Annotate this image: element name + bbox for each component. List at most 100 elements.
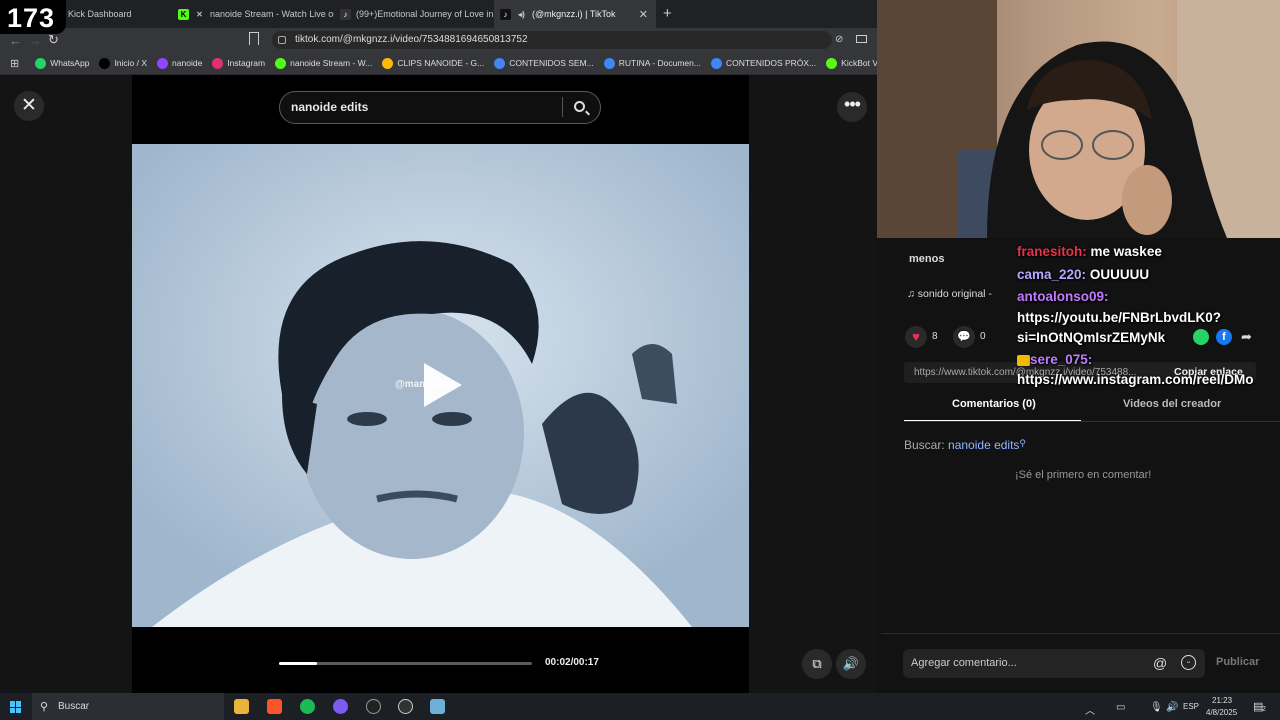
reload-icon[interactable]: ↻ xyxy=(48,32,59,48)
chat-link-line: https://youtu.be/FNBrLbvdLK0? xyxy=(1017,310,1221,325)
tray-date[interactable]: 4/8/2025 xyxy=(1206,708,1237,717)
tab-nanoide-stream[interactable]: K ✕ nanoide Stream - Watch Live on Kick xyxy=(172,0,334,28)
search-icon[interactable] xyxy=(574,101,585,112)
bookmark-icon[interactable] xyxy=(249,32,259,45)
bookmark-favicon-icon xyxy=(603,57,615,69)
bookmark-label: WhatsApp xyxy=(50,58,90,68)
translate-icon[interactable]: ⊘ xyxy=(835,34,843,45)
back-arrow-icon[interactable]: ← xyxy=(9,33,22,48)
chat-message: sere_075: xyxy=(1017,352,1092,367)
app-icon-purple[interactable] xyxy=(333,699,348,714)
video-time: 00:02/00:17 xyxy=(545,657,599,668)
close-tab-icon[interactable]: ✕ xyxy=(639,8,648,21)
chat-text: me waskee xyxy=(1090,244,1162,259)
tab-emotional-journey[interactable]: ♪ (99+)Emotional Journey of Love in M xyxy=(334,0,494,28)
tray-chevron-icon[interactable]: ︿ xyxy=(1085,702,1095,717)
brave-browser-icon[interactable] xyxy=(267,699,282,714)
bookmark-label: nanoide Stream - W... xyxy=(290,58,373,68)
mention-icon[interactable]: @ xyxy=(1153,655,1167,671)
bookmark-label: Instagram xyxy=(227,58,266,68)
kick-icon: K xyxy=(178,8,189,20)
bookmark-item[interactable]: RUTINA - Documen... xyxy=(603,57,701,69)
search-suggestion[interactable]: Buscar: nanoide edits⚲ xyxy=(904,438,1026,452)
close-icon[interactable]: ✕ xyxy=(14,91,44,121)
webcam-overlay xyxy=(877,0,1280,238)
details-panel xyxy=(877,238,1280,693)
bookmark-label: CONTENIDOS PRÓX... xyxy=(725,58,817,68)
taskbar-search-label: Buscar xyxy=(58,701,90,712)
description-less-link[interactable]: menos xyxy=(909,253,944,265)
bookmark-favicon-icon xyxy=(212,57,224,69)
speaker-icon: ◂) xyxy=(518,9,525,19)
tab-title: (@mkgnzz.i) | TikTok xyxy=(532,9,616,19)
sound-info[interactable]: ♫ sonido original - xyxy=(907,288,992,300)
whatsapp-share-icon[interactable] xyxy=(1193,329,1209,345)
more-options-icon[interactable]: ••• xyxy=(837,92,867,122)
share-arrow-icon[interactable]: ➦ xyxy=(1241,329,1252,345)
forward-arrow-icon[interactable]: → xyxy=(29,33,42,48)
music-note-icon: ♫ xyxy=(907,288,918,300)
bookmark-item[interactable]: CONTENIDOS PRÓX... xyxy=(710,57,817,69)
windows-start-icon[interactable] xyxy=(10,701,22,713)
tab-creator-videos[interactable]: Videos del creador xyxy=(1123,398,1221,410)
tray-language[interactable]: ESP xyxy=(1183,702,1199,711)
emoji-icon[interactable]: ᵕ xyxy=(1181,655,1196,670)
chat-message: antoalonso09: xyxy=(1017,289,1109,304)
bookmark-item[interactable]: nanoide Stream - W... xyxy=(275,57,373,69)
chat-link-line: si=InOtNQmIsrZEMyNk xyxy=(1017,330,1166,345)
comment-count: 0 xyxy=(980,331,986,342)
tab-title: (99+)Emotional Journey of Love in M xyxy=(356,9,494,19)
bookmark-item[interactable]: WhatsApp xyxy=(35,57,90,69)
new-tab-icon[interactable]: + xyxy=(663,5,672,22)
bookmark-favicon-icon xyxy=(826,57,838,69)
tray-time[interactable]: 21:23 xyxy=(1212,696,1232,705)
bookmarks-bar: ⊞ WhatsApp Inicio / X nanoide Instagram nano… xyxy=(0,52,877,75)
bookmark-item[interactable]: Instagram xyxy=(212,57,266,69)
bookmark-label: Inicio / X xyxy=(114,58,148,68)
volume-icon[interactable]: 🔊 xyxy=(836,649,866,679)
like-count: 8 xyxy=(932,331,938,342)
comment-icon[interactable]: 💬 xyxy=(953,326,975,348)
tab-kick-dashboard[interactable]: Kick Dashboard xyxy=(62,0,174,28)
sound-label: sonido original - xyxy=(917,288,992,300)
webcam-illustration xyxy=(877,0,1280,238)
bookmark-item[interactable]: CLIPS NANOIDE - G... xyxy=(382,57,484,69)
tab-title: nanoide Stream - Watch Live on Kick xyxy=(210,9,334,19)
publish-button[interactable]: Publicar xyxy=(1216,656,1259,668)
floating-player-icon[interactable]: ⧉ xyxy=(802,649,832,679)
tray-volume-icon[interactable]: 🔊 xyxy=(1166,702,1178,713)
tray-mic-icon[interactable]: 🎙 xyxy=(1150,702,1163,713)
app-icon-dark[interactable] xyxy=(366,699,381,714)
url-field[interactable]: tiktok.com/@mkgnzz.i/video/7534881694650… xyxy=(272,31,832,49)
chat-message: franesitoh: me waskee xyxy=(1017,244,1162,259)
search-input[interactable]: nanoide edits xyxy=(279,91,601,124)
site-info-icon[interactable] xyxy=(278,36,286,44)
video-progress-fill xyxy=(279,662,317,665)
obs-icon[interactable] xyxy=(398,699,413,714)
spotify-icon[interactable] xyxy=(300,699,315,714)
file-explorer-icon[interactable] xyxy=(234,699,249,714)
tray-network-icon[interactable]: ▭ xyxy=(1116,702,1125,713)
bookmark-item[interactable]: KickBot VOD Dowlo xyxy=(826,57,877,69)
cast-icon[interactable] xyxy=(856,35,867,43)
like-icon[interactable]: ♥ xyxy=(905,326,927,348)
chat-username: cama_220: xyxy=(1017,267,1087,282)
taskbar-search-icon: ⚲ xyxy=(40,701,49,713)
bookmark-item[interactable]: Inicio / X xyxy=(99,57,148,69)
tabs-divider xyxy=(904,421,1280,422)
tab-tiktok-active[interactable]: ♪ ◂) (@mkgnzz.i) | TikTok ✕ xyxy=(494,0,656,28)
video-progress-bar[interactable] xyxy=(279,662,532,665)
bookmark-favicon-icon xyxy=(494,57,506,69)
apps-grid-icon[interactable]: ⊞ xyxy=(10,57,19,70)
bookmark-item[interactable]: CONTENIDOS SEM... xyxy=(494,57,594,69)
facebook-share-icon[interactable]: f xyxy=(1216,329,1232,345)
video-watermark: @mam nano xyxy=(395,379,455,390)
search-divider xyxy=(562,97,563,117)
comment-bar-divider xyxy=(881,633,1280,634)
taskbar-search[interactable]: Buscar xyxy=(32,693,224,720)
notepad-icon[interactable] xyxy=(430,699,445,714)
tab-comments[interactable]: Comentarios (0) xyxy=(952,398,1036,410)
bookmark-item[interactable]: nanoide xyxy=(157,57,202,69)
empty-comments-message: ¡Sé el primero en comentar! xyxy=(1015,469,1152,481)
magnifier-icon: ⚲ xyxy=(1019,438,1027,448)
